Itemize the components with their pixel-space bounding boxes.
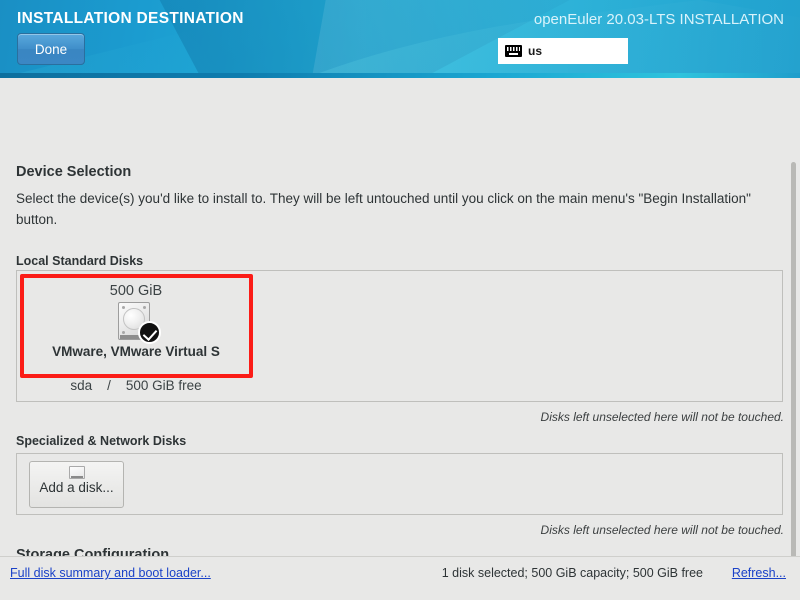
product-title: openEuler 20.03-LTS INSTALLATION — [533, 11, 784, 28]
main-content: Device Selection Select the device(s) yo… — [0, 78, 800, 600]
keyboard-layout-label: us — [528, 44, 543, 58]
disk-meta: sda / 500 GiB free — [24, 378, 248, 393]
device-selection-heading: Device Selection — [16, 164, 132, 180]
device-selection-description: Select the device(s) you'd like to insta… — [16, 191, 751, 227]
add-a-disk-label: Add a disk... — [39, 480, 114, 495]
disk-status-text: 1 disk selected; 500 GiB capacity; 500 G… — [441, 566, 703, 580]
keyboard-layout-indicator[interactable]: us — [498, 38, 628, 64]
disk-icon — [68, 466, 85, 479]
page-title: INSTALLATION DESTINATION — [17, 10, 244, 27]
disk-free: 500 GiB free — [125, 378, 202, 393]
specialized-disks-label: Specialized & Network Disks — [16, 434, 187, 448]
disk-tile[interactable]: 500 GiB VMware, VMware Virtual S — [24, 278, 248, 374]
keyboard-icon — [505, 45, 522, 57]
footer-bar: Full disk summary and boot loader... 1 d… — [0, 556, 800, 600]
disk-capacity: 500 GiB — [109, 283, 163, 299]
checkmark-badge-icon — [138, 321, 161, 344]
full-disk-summary-link[interactable]: Full disk summary and boot loader... — [10, 566, 211, 580]
local-standard-disks-label: Local Standard Disks — [16, 254, 144, 268]
disk-name: VMware, VMware Virtual S — [52, 344, 220, 359]
add-a-disk-button[interactable]: Add a disk... — [29, 461, 124, 508]
specialized-disks-note: Disks left unselected here will not be t… — [540, 523, 784, 537]
content-scrollbar[interactable] — [790, 162, 797, 600]
app-header: INSTALLATION DESTINATION openEuler 20.03… — [0, 0, 800, 78]
scrollbar-thumb[interactable] — [791, 162, 796, 592]
done-button[interactable]: Done — [17, 33, 85, 65]
disk-meta-separator: / — [107, 378, 111, 393]
specialized-disks-panel — [16, 453, 783, 515]
local-disks-note: Disks left unselected here will not be t… — [540, 410, 784, 424]
hard-disk-icon — [118, 302, 161, 344]
disk-device: sda — [70, 378, 93, 393]
refresh-link[interactable]: Refresh... — [732, 566, 786, 580]
